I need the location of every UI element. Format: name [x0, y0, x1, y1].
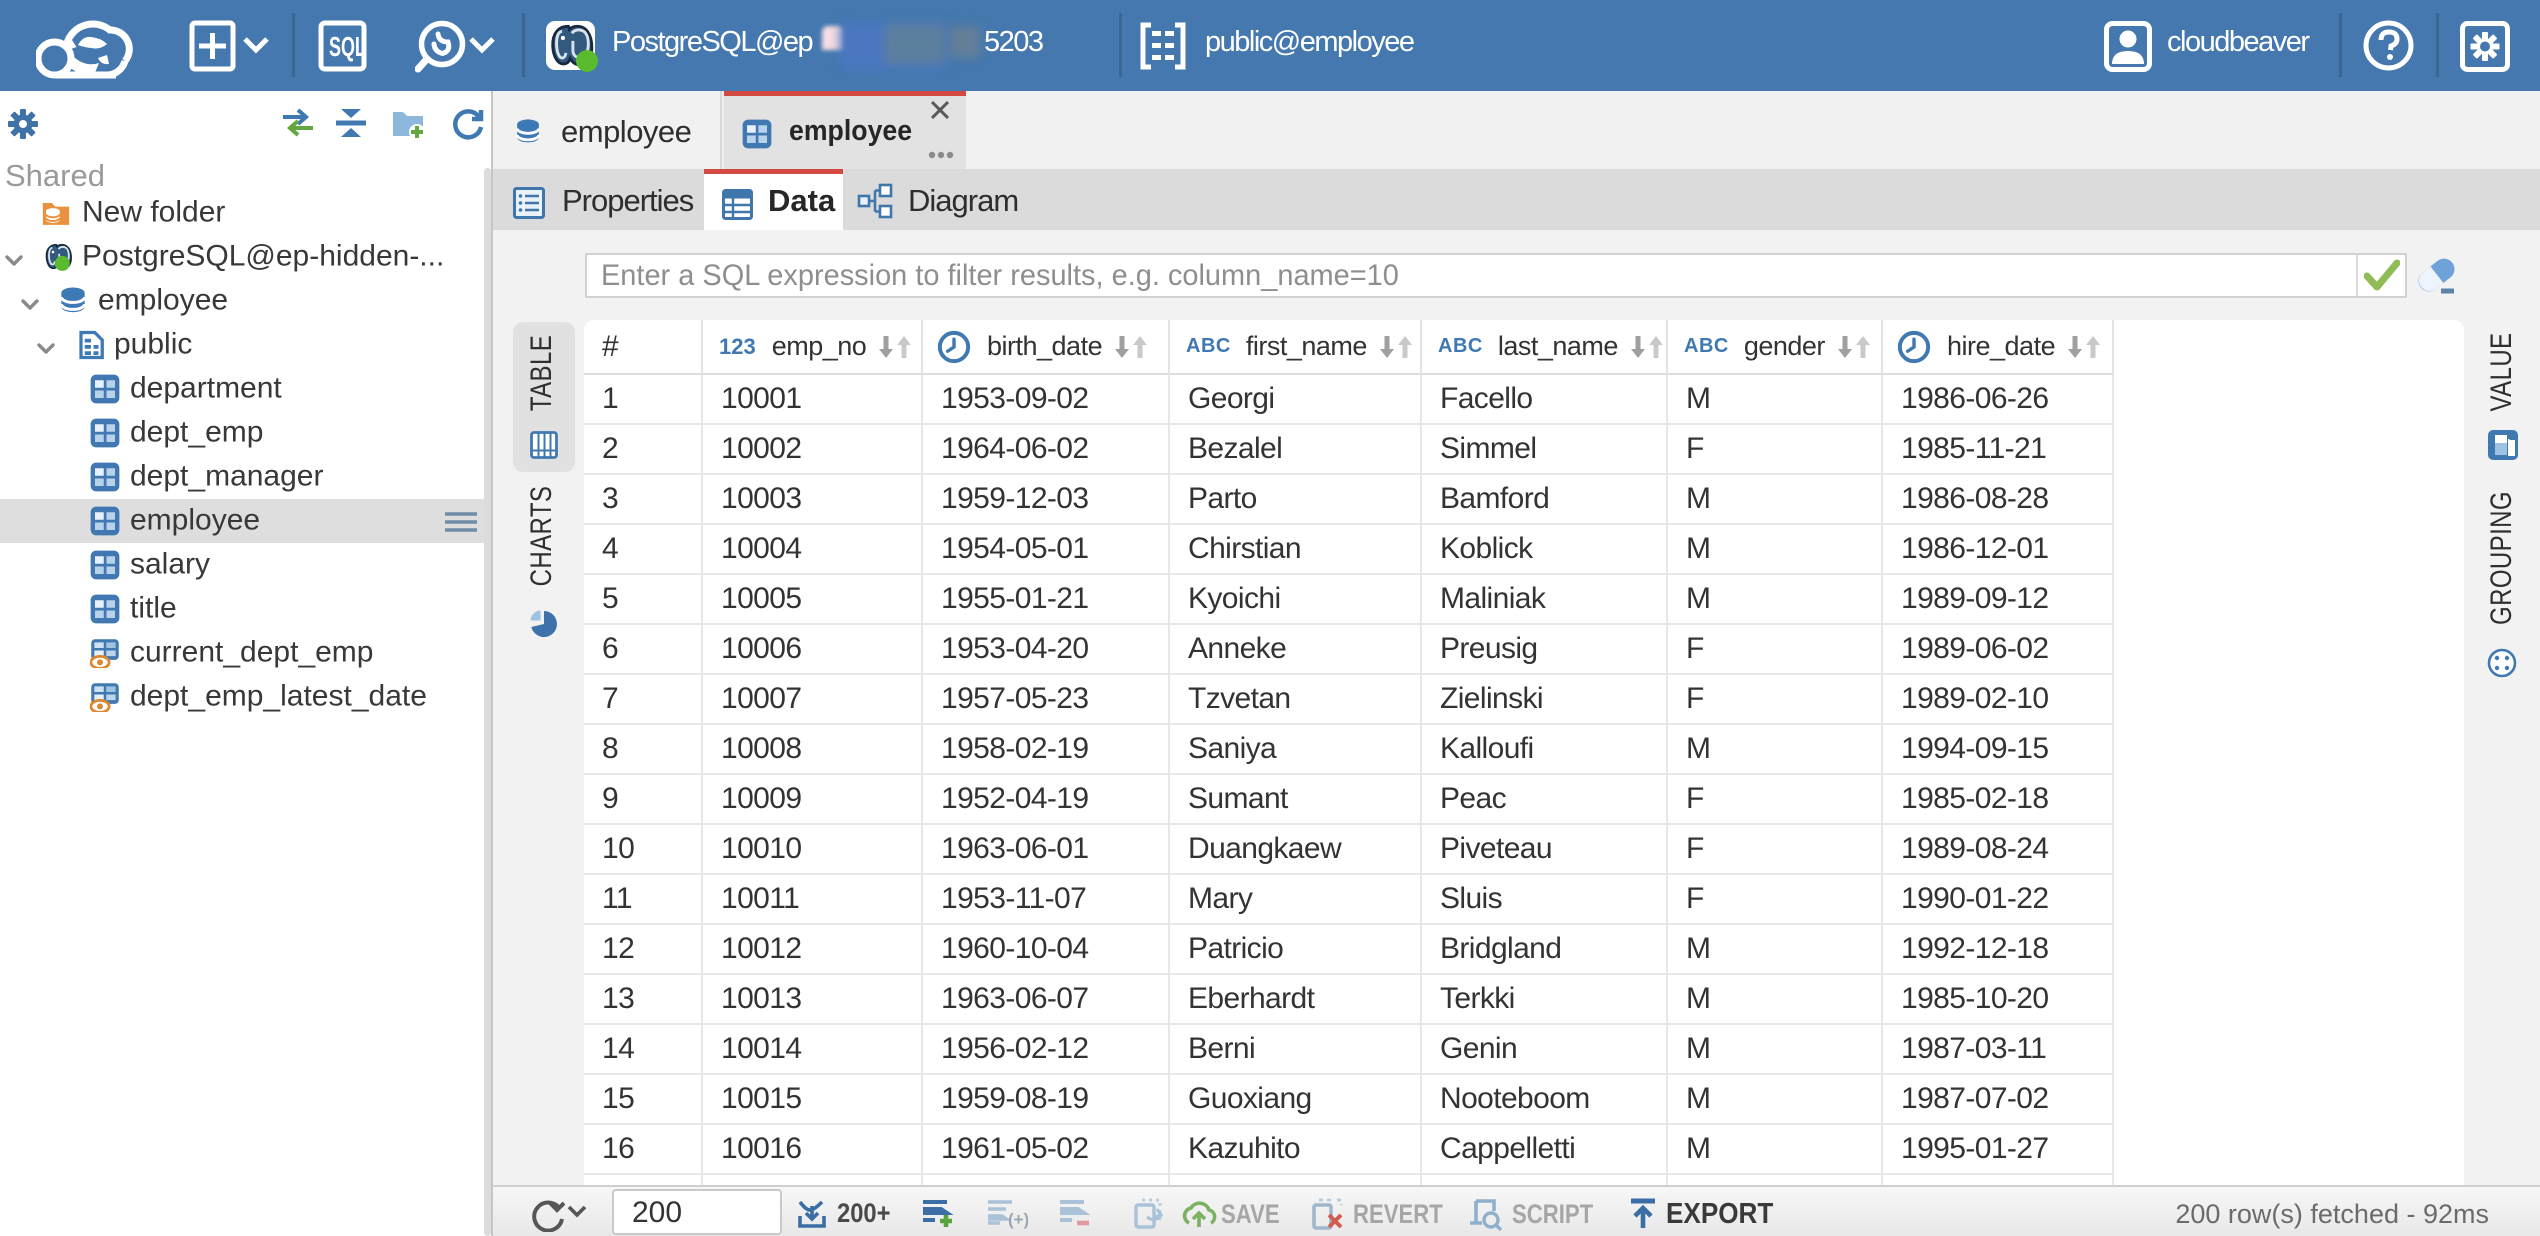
svg-text:(+): (+) — [1008, 1210, 1028, 1229]
